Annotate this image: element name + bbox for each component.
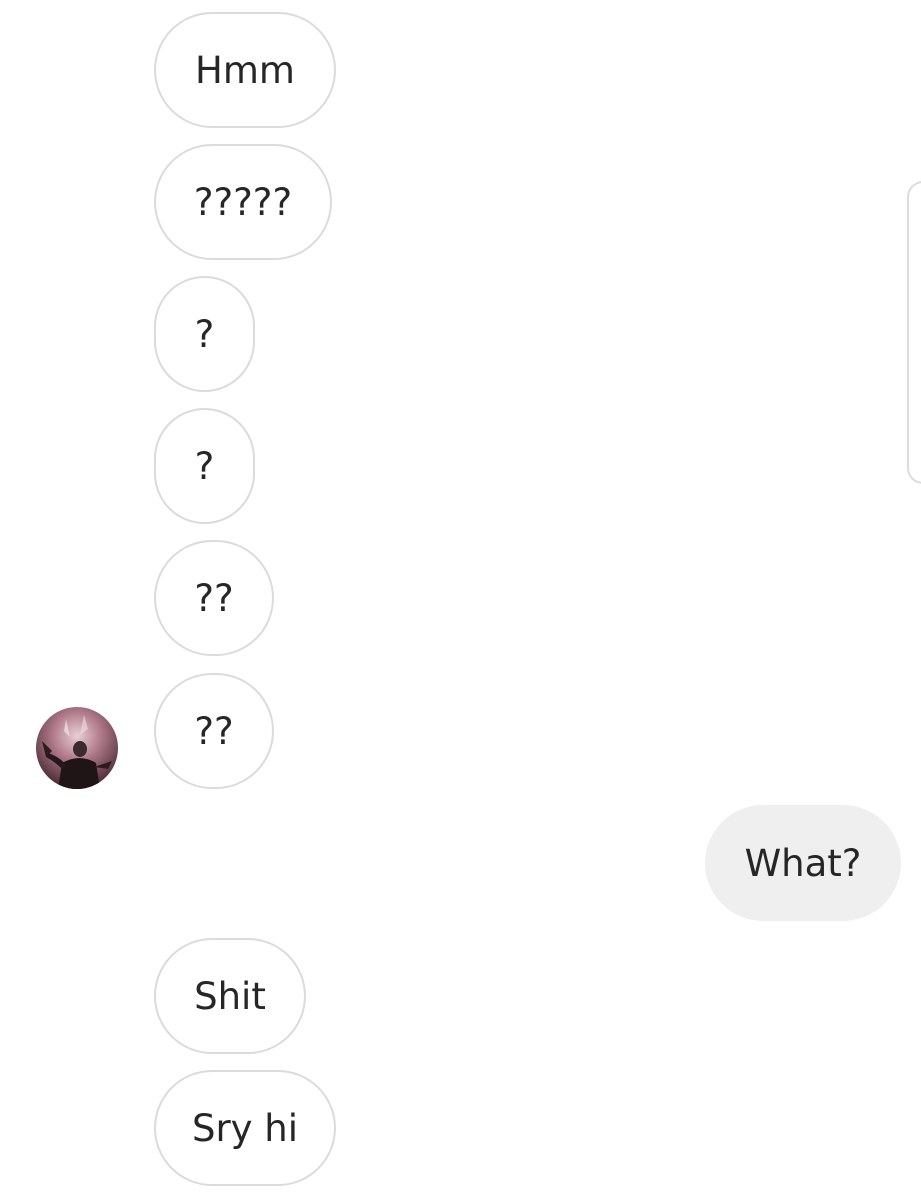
edge-panel-handle[interactable]: [907, 181, 921, 484]
message-text: Sry hi: [191, 1106, 299, 1150]
message-bubble[interactable]: Sry hi: [154, 1070, 336, 1186]
message-text: What?: [744, 841, 862, 885]
message-bubble[interactable]: Shit: [154, 938, 306, 1054]
message-bubble-sent[interactable]: What?: [705, 805, 901, 921]
message-bubble[interactable]: ??: [154, 540, 274, 656]
message-text: Hmm: [195, 48, 295, 92]
message-bubble[interactable]: Hmm: [154, 12, 336, 128]
message-text: ?????: [193, 180, 293, 224]
message-bubble[interactable]: ?????: [154, 144, 332, 260]
message-text: ??: [194, 576, 234, 620]
avatar[interactable]: [36, 707, 118, 789]
message-bubble[interactable]: ?: [154, 408, 255, 524]
avatar-image: [36, 707, 118, 789]
chat-screen: Hmm ????? ? ? ?? ?? What? Shit Sry hi: [0, 0, 921, 1200]
message-text: Shit: [194, 974, 266, 1018]
message-text: ?: [194, 444, 215, 488]
message-bubble[interactable]: ?: [154, 276, 255, 392]
message-text: ?: [194, 312, 215, 356]
message-text: ??: [194, 709, 234, 753]
message-bubble[interactable]: ??: [154, 673, 274, 789]
